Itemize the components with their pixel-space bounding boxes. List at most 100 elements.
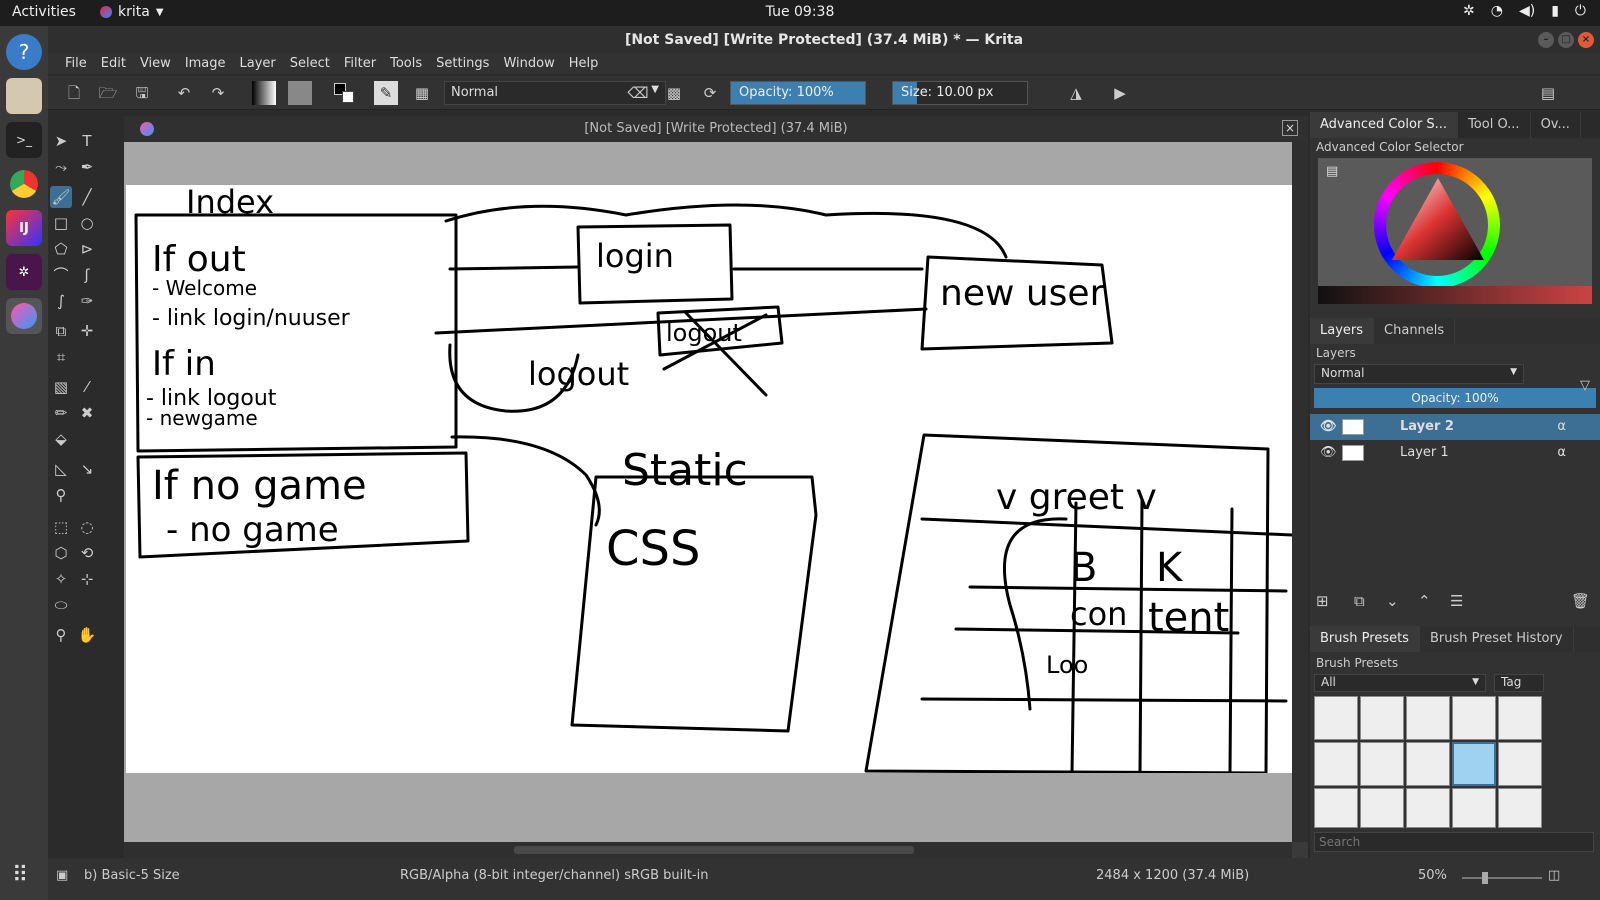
- lock-icon[interactable]: α: [1557, 414, 1566, 440]
- layer-opacity-slider[interactable]: Opacity: 100%: [1314, 388, 1596, 408]
- mirror-horizontal-icon[interactable]: ◮: [1064, 81, 1088, 105]
- polygon-select-tool-icon[interactable]: ⬡: [50, 542, 72, 564]
- menu-select[interactable]: Select: [283, 54, 337, 74]
- calligraphy-tool-icon[interactable]: ✒: [76, 156, 98, 178]
- text-tool-icon[interactable]: T: [76, 130, 98, 152]
- menu-view[interactable]: View: [133, 54, 178, 74]
- power-menu-icon[interactable]: ⏻: [1575, 3, 1586, 19]
- gradient-swatch[interactable]: [252, 81, 276, 105]
- brush-preset-icon[interactable]: ✎: [374, 81, 398, 105]
- menu-file[interactable]: File: [58, 54, 94, 74]
- files-icon[interactable]: [6, 78, 42, 114]
- menu-help[interactable]: Help: [562, 54, 606, 74]
- brush-filter-select[interactable]: All ▼: [1314, 674, 1486, 692]
- multibrush-tool-icon[interactable]: ✑: [76, 290, 98, 312]
- reference-images-tool-icon[interactable]: ⚲: [50, 484, 72, 506]
- pattern-swatch[interactable]: [288, 81, 312, 105]
- contiguous-select-tool-icon[interactable]: ✧: [50, 568, 72, 590]
- menu-image[interactable]: Image: [178, 54, 233, 74]
- open-document-icon[interactable]: 🗁: [96, 81, 120, 105]
- brush-preset-status-icon[interactable]: ▣: [56, 868, 68, 883]
- terminal-icon[interactable]: >_: [6, 122, 42, 158]
- similar-select-tool-icon[interactable]: ⊹: [76, 568, 98, 590]
- layer-name[interactable]: Layer 2: [1400, 419, 1454, 434]
- save-icon[interactable]: 🖫: [130, 81, 154, 105]
- alpha-lock-icon[interactable]: ▩: [662, 81, 686, 105]
- color-selector-area[interactable]: ▤: [1318, 158, 1592, 304]
- brush-size-slider[interactable]: Size: 10.00 px: [892, 81, 1028, 105]
- brush-editor-icon[interactable]: ▦: [410, 81, 434, 105]
- rect-select-tool-icon[interactable]: ⬚: [50, 516, 72, 538]
- color-selector-menu-icon[interactable]: ▤: [1326, 164, 1338, 179]
- new-document-icon[interactable]: 🗋: [62, 81, 86, 105]
- pan-tool-icon[interactable]: ✋: [76, 624, 98, 646]
- brush-preset-selected[interactable]: [1452, 742, 1496, 786]
- menu-settings[interactable]: Settings: [429, 54, 496, 74]
- slack-icon[interactable]: ✲: [6, 254, 42, 290]
- polyline-tool-icon[interactable]: ⊳: [76, 238, 98, 260]
- brush-preset[interactable]: [1360, 696, 1404, 740]
- ellipse-select-tool-icon[interactable]: ◌: [76, 516, 98, 538]
- activities-button[interactable]: Activities: [12, 4, 76, 20]
- brush-search-input[interactable]: [1314, 832, 1594, 852]
- undo-icon[interactable]: ↶: [172, 81, 196, 105]
- edit-shapes-tool-icon[interactable]: ⤳: [50, 156, 72, 178]
- visibility-eye-icon[interactable]: 👁: [1320, 414, 1337, 440]
- opacity-slider[interactable]: Opacity: 100%: [730, 81, 866, 105]
- canvas-viewport[interactable]: Index If out - Welcome - link login/nuus…: [124, 142, 1292, 842]
- help-icon[interactable]: ?: [6, 34, 42, 70]
- brush-preset[interactable]: [1360, 742, 1404, 786]
- layer-properties-icon[interactable]: ☰: [1450, 592, 1463, 610]
- document-tab[interactable]: [Not Saved] [Write Protected] (37.4 MiB)…: [124, 116, 1308, 142]
- menu-layer[interactable]: Layer: [233, 54, 283, 74]
- lock-icon[interactable]: α: [1557, 440, 1566, 466]
- freehand-brush-tool-icon[interactable]: 🖌: [50, 186, 72, 208]
- canvas[interactable]: Index If out - Welcome - link login/nuus…: [126, 185, 1292, 773]
- layer-row-layer-2[interactable]: 👁 Layer 2 α: [1310, 414, 1600, 440]
- rotation-icon[interactable]: ◫: [1548, 868, 1560, 883]
- system-tray[interactable]: ✲ ◔ ◀) ▮ ⏻: [1463, 3, 1586, 19]
- freehand-path-tool-icon[interactable]: ʃ: [76, 264, 98, 286]
- volume-icon[interactable]: ◀): [1519, 3, 1535, 19]
- layer-filter-icon[interactable]: ▽: [1580, 378, 1590, 393]
- saturation-value-triangle[interactable]: [1388, 178, 1488, 268]
- close-button[interactable]: ×: [1578, 32, 1594, 48]
- menu-window[interactable]: Window: [496, 54, 561, 74]
- layer-row-layer-1[interactable]: 👁 Layer 1 α: [1310, 440, 1600, 466]
- tag-button[interactable]: Tag: [1494, 674, 1544, 692]
- shade-selector-bar[interactable]: [1318, 286, 1592, 304]
- rectangle-tool-icon[interactable]: □: [50, 212, 72, 234]
- redo-icon[interactable]: ↷: [206, 81, 230, 105]
- tab-advanced-color-selector[interactable]: Advanced Color S...: [1310, 112, 1459, 138]
- add-layer-icon[interactable]: ⊞: [1316, 592, 1329, 610]
- wifi-icon[interactable]: ◔: [1491, 3, 1503, 19]
- smart-patch-tool-icon[interactable]: ✖: [76, 402, 98, 424]
- tab-layers[interactable]: Layers: [1310, 318, 1375, 344]
- delete-layer-icon[interactable]: 🗑: [1571, 592, 1590, 610]
- brush-preset[interactable]: [1406, 742, 1450, 786]
- color-picker-tool-icon[interactable]: ⁄: [76, 376, 98, 398]
- brush-preset[interactable]: [1498, 696, 1542, 740]
- colorize-mask-tool-icon[interactable]: ✏: [50, 402, 72, 424]
- polygon-tool-icon[interactable]: ⬠: [50, 238, 72, 260]
- brush-preset[interactable]: [1360, 788, 1404, 828]
- horizontal-scrollbar[interactable]: [124, 842, 1292, 858]
- move-layer-down-icon[interactable]: ⌄: [1386, 592, 1399, 610]
- brush-preset[interactable]: [1406, 788, 1450, 828]
- brush-preset[interactable]: [1452, 696, 1496, 740]
- intellij-icon[interactable]: IJ: [6, 210, 42, 246]
- brush-preset[interactable]: [1314, 788, 1358, 828]
- slack-tray-icon[interactable]: ✲: [1463, 3, 1475, 19]
- bezier-tool-icon[interactable]: ⌒: [50, 264, 72, 286]
- dynamic-brush-tool-icon[interactable]: ∫: [50, 290, 72, 312]
- select-shapes-tool-icon[interactable]: ➤: [50, 130, 72, 152]
- measure-tool-icon[interactable]: ◺: [50, 458, 72, 480]
- move-tool-icon[interactable]: ✛: [76, 320, 98, 342]
- guide-tool-icon[interactable]: ↘: [76, 458, 98, 480]
- crop-tool-icon[interactable]: ⌗: [50, 346, 72, 368]
- ellipse-tool-icon[interactable]: ○: [76, 212, 98, 234]
- close-document-icon[interactable]: ×: [1282, 120, 1298, 136]
- reload-preset-icon[interactable]: ⟳: [698, 81, 722, 105]
- menu-tools[interactable]: Tools: [383, 54, 429, 74]
- horizontal-scroll-thumb[interactable]: [514, 846, 914, 854]
